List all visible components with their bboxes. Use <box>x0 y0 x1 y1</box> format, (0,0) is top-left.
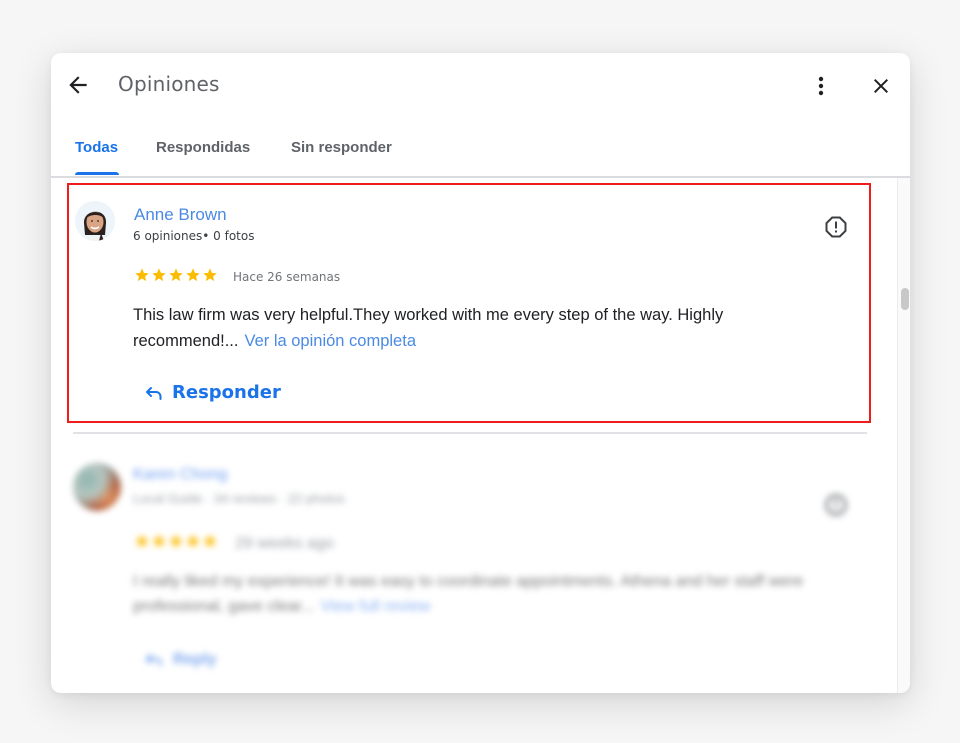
more-vertical-icon <box>818 76 824 96</box>
star-icon <box>186 268 200 282</box>
star-icon <box>135 534 149 548</box>
reply-label: Reply <box>173 651 217 668</box>
star-icon <box>169 534 183 548</box>
header: Opiniones <box>51 53 910 117</box>
view-full-review-link[interactable]: Ver la opinión completa <box>244 332 416 350</box>
review-item: Karen Chong Local Guide · 34 reviews · 2… <box>51 443 897 693</box>
back-button[interactable] <box>65 72 91 98</box>
review-text: I really liked my experience! It was eas… <box>133 569 853 619</box>
review-date: Hace 26 semanas <box>233 270 341 284</box>
star-icon <box>186 534 200 548</box>
review-text: This law firm was very helpful.They work… <box>133 302 813 354</box>
reviewer-meta: 6 opiniones• 0 fotos <box>133 229 255 243</box>
arrow-left-icon <box>69 76 87 94</box>
star-rating <box>134 533 218 549</box>
star-icon <box>203 534 217 548</box>
reply-icon <box>146 386 162 400</box>
review-body: This law firm was very helpful.They work… <box>133 306 724 350</box>
tab-sin-responder[interactable]: Sin responder <box>291 139 392 156</box>
star-icon <box>203 268 217 282</box>
review-divider <box>73 432 867 434</box>
scrollbar-thumb[interactable] <box>901 288 909 310</box>
star-icon <box>169 268 183 282</box>
avatar[interactable] <box>73 463 121 511</box>
star-rating <box>134 267 218 283</box>
page-title: Opiniones <box>118 72 220 96</box>
tab-respondidas[interactable]: Respondidas <box>156 139 250 156</box>
person-photo-icon <box>75 201 115 241</box>
scrollbar[interactable] <box>897 178 910 693</box>
review-body: I really liked my experience! It was eas… <box>133 573 804 615</box>
star-icon <box>135 268 149 282</box>
report-review-button[interactable] <box>824 215 848 239</box>
tab-todas[interactable]: Todas <box>75 139 118 156</box>
report-review-button[interactable] <box>824 493 848 517</box>
avatar[interactable] <box>75 201 115 241</box>
star-icon <box>152 534 166 548</box>
review-filter-tabs: Todas Respondidas Sin responder <box>51 125 910 177</box>
star-icon <box>152 268 166 282</box>
reviewer-name[interactable]: Anne Brown <box>134 205 227 225</box>
reviewer-name[interactable]: Karen Chong <box>133 466 227 484</box>
report-flag-icon <box>825 494 847 516</box>
close-icon <box>874 79 888 93</box>
reply-button[interactable]: Responder <box>145 382 281 403</box>
close-button[interactable] <box>869 74 893 98</box>
reviews-panel: Opiniones Todas Respondidas Sin responde… <box>51 53 910 693</box>
review-date: 29 weeks ago <box>235 535 334 552</box>
review-item: Anne Brown 6 opiniones• 0 fotos Hace 26 … <box>51 178 897 423</box>
reviews-list: Anne Brown 6 opiniones• 0 fotos Hace 26 … <box>51 178 897 693</box>
more-options-button[interactable] <box>810 74 832 98</box>
reviewer-meta: Local Guide · 34 reviews · 22 photos <box>133 491 345 506</box>
view-full-review-link[interactable]: View full review <box>320 598 430 615</box>
report-flag-icon <box>825 216 847 238</box>
reply-icon <box>145 654 162 666</box>
reply-label: Responder <box>172 382 281 403</box>
reply-button[interactable]: Reply <box>145 651 217 669</box>
active-tab-indicator <box>75 172 119 175</box>
